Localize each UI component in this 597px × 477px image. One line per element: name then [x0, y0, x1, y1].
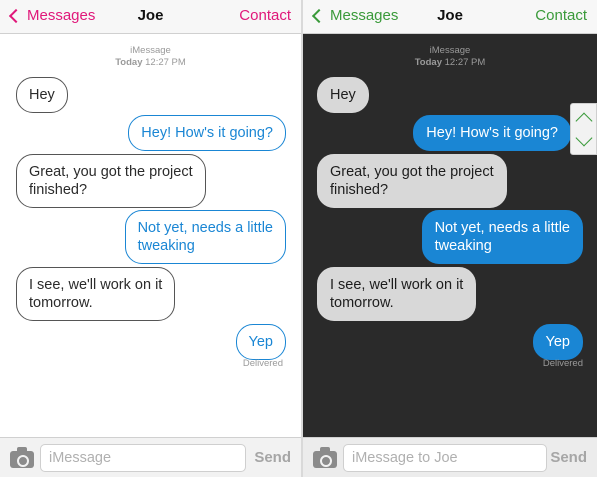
- camera-icon[interactable]: [10, 447, 34, 468]
- message-line: I see, we'll work on it: [330, 277, 464, 293]
- scroll-control: [570, 103, 597, 155]
- navigation-bar: Messages Joe Contact: [0, 0, 301, 34]
- incoming-message-bubble[interactable]: I see, we'll work on it tomorrow.: [317, 267, 477, 321]
- send-button[interactable]: Send: [550, 449, 587, 466]
- dark-conversation-panel: Messages Joe Contact iMessage Today 12:2…: [303, 0, 597, 477]
- service-label: iMessage: [429, 45, 471, 56]
- send-button[interactable]: Send: [254, 449, 291, 466]
- message-input[interactable]: iMessage: [40, 444, 246, 472]
- contact-button[interactable]: Contact: [535, 7, 587, 24]
- message-line: tomorrow.: [29, 295, 93, 311]
- back-to-messages-button[interactable]: Messages: [311, 7, 398, 24]
- day-label: Today: [115, 57, 143, 68]
- message-input-bar: iMessage Send: [0, 437, 301, 477]
- time-label: Today 12:27 PM: [303, 57, 597, 69]
- chevron-left-icon: [8, 8, 24, 23]
- message-line: tomorrow.: [330, 295, 394, 311]
- back-label: Messages: [330, 7, 399, 24]
- incoming-message-bubble[interactable]: Hey: [16, 77, 68, 113]
- message-line: Not yet, needs a little: [137, 220, 273, 236]
- incoming-message-bubble[interactable]: Hey: [317, 77, 369, 113]
- message-line: I see, we'll work on it: [29, 277, 163, 293]
- time-label: Today 12:27 PM: [0, 57, 301, 69]
- outgoing-message-bubble[interactable]: Yep: [235, 324, 286, 360]
- delivered-status: Delivered: [242, 358, 283, 369]
- message-line: finished?: [29, 182, 88, 198]
- incoming-message-bubble[interactable]: Great, you got the project finished?: [317, 154, 507, 208]
- delivered-status: Delivered: [542, 358, 583, 369]
- service-label: iMessage: [130, 45, 171, 56]
- time-value: 12:27 PM: [145, 57, 186, 68]
- message-line: Not yet, needs a little: [434, 220, 570, 236]
- conversation-timestamp: iMessage Today 12:27 PM: [303, 45, 597, 69]
- light-conversation-panel: Messages Joe Contact iMessage Today 12:2…: [0, 0, 301, 477]
- outgoing-message-bubble[interactable]: Yep: [532, 324, 583, 360]
- camera-icon[interactable]: [313, 447, 337, 468]
- message-line: tweaking: [434, 238, 492, 254]
- incoming-message-bubble[interactable]: I see, we'll work on it tomorrow.: [16, 267, 176, 321]
- message-line: Great, you got the project: [330, 164, 494, 180]
- day-label: Today: [414, 57, 442, 68]
- message-line: finished?: [330, 182, 389, 198]
- conversation-timestamp: iMessage Today 12:27 PM: [0, 45, 301, 69]
- incoming-message-bubble[interactable]: Great, you got the project finished?: [16, 154, 206, 208]
- message-input-bar: iMessage to Joe Send: [303, 437, 597, 477]
- outgoing-message-bubble[interactable]: Not yet, needs a little tweaking: [421, 210, 583, 264]
- outgoing-message-bubble[interactable]: Not yet, needs a little tweaking: [124, 210, 286, 264]
- message-input[interactable]: iMessage to Joe: [343, 444, 547, 472]
- message-line: Great, you got the project: [29, 164, 193, 180]
- chevron-up-icon[interactable]: [575, 112, 593, 130]
- chevron-down-icon[interactable]: [575, 129, 593, 147]
- back-label: Messages: [27, 7, 96, 24]
- time-value: 12:27 PM: [444, 57, 486, 68]
- outgoing-message-bubble[interactable]: Hey! How's it going?: [128, 115, 286, 151]
- contact-button[interactable]: Contact: [239, 7, 291, 24]
- back-to-messages-button[interactable]: Messages: [8, 7, 95, 24]
- message-line: tweaking: [137, 238, 195, 254]
- navigation-bar: Messages Joe Contact: [303, 0, 597, 34]
- chevron-left-icon: [311, 8, 327, 23]
- outgoing-message-bubble[interactable]: Hey! How's it going?: [413, 115, 571, 151]
